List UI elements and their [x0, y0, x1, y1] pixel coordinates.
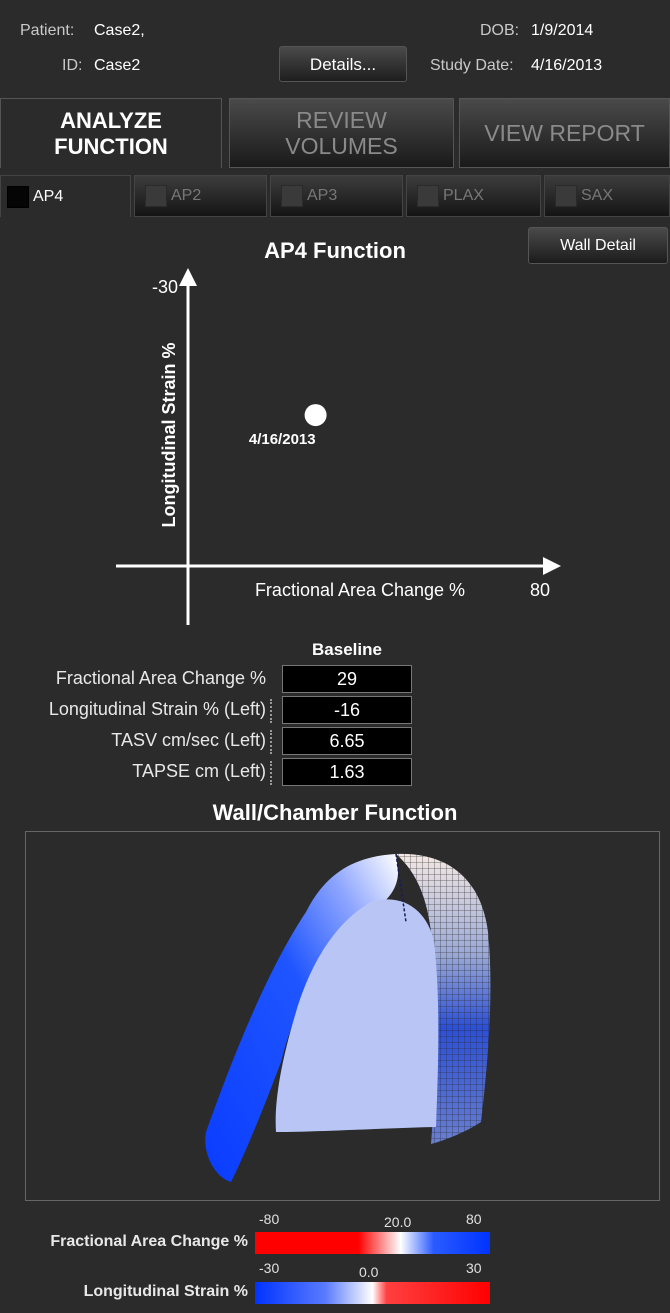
study-date-label: Study Date: [430, 57, 514, 74]
x-axis-max-label: 80 [530, 580, 550, 600]
tab-plax-label: PLAX [443, 187, 484, 204]
tab-ap2-label: AP2 [171, 187, 202, 204]
patient-value: Case2, [94, 22, 145, 39]
tab-ap3-label: AP3 [307, 187, 338, 204]
metric-separator [270, 730, 278, 754]
metric-label-tapse: TAPSE cm (Left) [132, 761, 266, 781]
tab-sax[interactable]: SAX [544, 175, 670, 217]
sax-checkbox[interactable] [555, 185, 577, 207]
legend-fac-label: Fractional Area Change % [50, 1233, 248, 1250]
x-axis-title: Fractional Area Change % [255, 580, 465, 600]
data-point-label: 4/16/2013 [249, 431, 316, 448]
legend-fac-max: 80 [466, 1211, 482, 1227]
metric-value-tapse: 1.63 [282, 758, 412, 786]
tab-review-volumes[interactable]: REVIEW VOLUMES [229, 98, 454, 168]
y-axis-max-label: -30 [152, 277, 178, 297]
tab-review-line1: REVIEW [296, 107, 387, 133]
details-button[interactable]: Details... [279, 46, 407, 82]
legend-fac-colorbar [255, 1232, 490, 1254]
baseline-header: Baseline [312, 640, 382, 659]
chart-title: AP4 Function [264, 238, 406, 263]
ap4-function-chart: -30 80 Fractional Area Change % Longitud… [116, 268, 561, 625]
patient-label: Patient: [20, 22, 75, 39]
tab-ap4[interactable]: AP4 [0, 175, 131, 217]
study-date-value: 4/16/2013 [531, 57, 603, 74]
legend-fac-mid: 20.0 [384, 1214, 412, 1230]
patient-header: Patient: Case2, ID: Case2 DOB: 1/9/2014 … [0, 0, 670, 92]
metric-label-fac: Fractional Area Change % [55, 668, 266, 688]
tab-view-report-label: VIEW REPORT [484, 120, 645, 146]
wall-chamber-panel [25, 831, 660, 1201]
data-point [304, 404, 327, 427]
metric-value-long-strain: -16 [282, 696, 412, 724]
legend-ls-min: -30 [259, 1260, 280, 1276]
id-label: ID: [62, 57, 83, 74]
plax-checkbox[interactable] [417, 185, 439, 207]
legend-fac-min: -80 [259, 1211, 280, 1227]
tab-analyze-line2: FUNCTION [54, 133, 168, 159]
y-axis-title: Longitudinal Strain % [159, 343, 179, 528]
metric-separator [270, 761, 278, 785]
tab-ap4-label: AP4 [33, 187, 64, 205]
tab-sax-label: SAX [581, 187, 614, 204]
metric-value-fac: 29 [282, 665, 412, 693]
metric-label-tasv: TASV cm/sec (Left) [111, 730, 266, 750]
legend-ls-max: 30 [466, 1260, 482, 1276]
legend-ls-colorbar [255, 1282, 490, 1304]
ap2-checkbox[interactable] [145, 185, 167, 207]
metric-label-long-strain: Longitudinal Strain % (Left) [48, 699, 266, 719]
wall-chamber-title: Wall/Chamber Function [212, 800, 458, 825]
chamber-render [205, 853, 491, 1182]
ap4-checkbox[interactable] [7, 185, 29, 208]
dob-value: 1/9/2014 [531, 22, 594, 39]
tab-analyze-line1: ANALYZE [60, 107, 162, 133]
legend-ls-mid: 0.0 [359, 1264, 379, 1280]
metric-separator [270, 699, 278, 723]
wall-detail-button[interactable]: Wall Detail [528, 227, 668, 264]
tab-review-line2: VOLUMES [285, 133, 398, 159]
metric-value-tasv: 6.65 [282, 727, 412, 755]
dob-label: DOB: [480, 22, 520, 39]
tab-ap2[interactable]: AP2 [134, 175, 267, 217]
tab-analyze-function[interactable]: ANALYZE FUNCTION [0, 98, 222, 168]
tab-ap3[interactable]: AP3 [270, 175, 403, 217]
id-value: Case2 [94, 57, 141, 74]
legend-ls-label: Longitudinal Strain % [83, 1283, 248, 1300]
ap3-checkbox[interactable] [281, 185, 303, 207]
tab-view-report[interactable]: VIEW REPORT [459, 98, 670, 168]
tab-plax[interactable]: PLAX [406, 175, 541, 217]
